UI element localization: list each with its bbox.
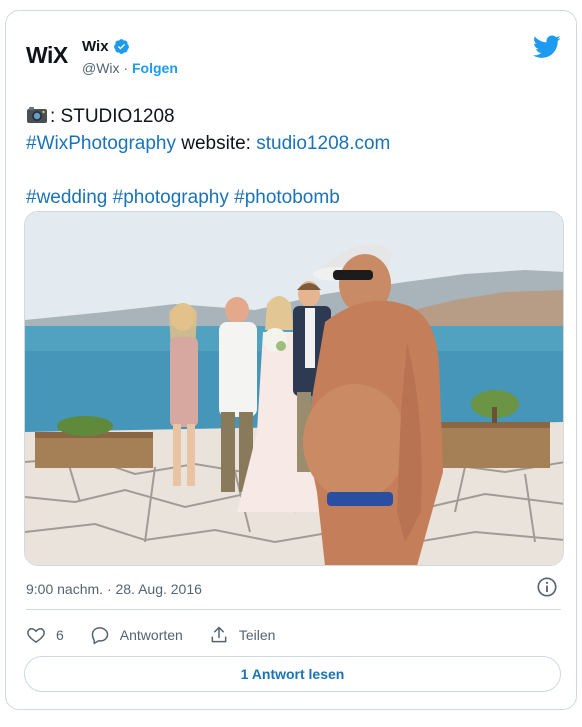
user-info: Wix @Wix · Folgen [82, 37, 178, 78]
info-icon[interactable] [536, 576, 558, 598]
user-name[interactable]: Wix [82, 38, 109, 55]
wedding-photobomb-image [25, 212, 563, 565]
hashtag-photobomb[interactable]: #photobomb [234, 187, 340, 208]
like-button[interactable]: 6 [26, 625, 64, 645]
camera-emoji-icon [27, 107, 47, 123]
user-handle[interactable]: @Wix [82, 60, 120, 76]
heart-icon [27, 627, 45, 643]
tweet-header: WiX Wix @Wix · Folgen [26, 31, 561, 81]
share-label: Teilen [238, 627, 276, 643]
tweet-line-1: : STUDIO1208 [26, 103, 561, 130]
wix-logo[interactable]: WiX [26, 37, 78, 73]
follow-button[interactable]: Folgen [132, 60, 178, 76]
photographer-credit: : STUDIO1208 [50, 106, 175, 127]
read-replies-button[interactable]: 1 Antwort lesen [24, 656, 561, 692]
tweet-photo[interactable] [24, 211, 564, 566]
verified-badge-icon [113, 38, 129, 54]
tweet-line-hashtags: #wedding #photography #photobomb [26, 184, 561, 211]
hashtag-wedding[interactable]: #wedding [26, 187, 107, 208]
hashtag-photography[interactable]: #photography [113, 187, 229, 208]
like-count: 6 [56, 627, 64, 643]
reply-label: Antworten [119, 627, 183, 643]
share-button[interactable]: Teilen [209, 625, 276, 645]
tweet-timestamp[interactable]: 9:00 nachm. · 28. Aug. 2016 [26, 581, 202, 597]
tweet-line-2: #WixPhotography website: studio1208.com [26, 130, 561, 157]
handle-separator: · [123, 60, 129, 76]
reply-button[interactable]: Antworten [90, 625, 183, 645]
share-icon [211, 626, 227, 643]
tweet-card: WiX Wix @Wix · Folgen: STUDIO1208 #WixP… [5, 10, 577, 710]
hashtag-wixphotography[interactable]: #WixPhotography [26, 133, 176, 154]
twitter-bird-icon[interactable] [533, 35, 561, 59]
tweet-text: : STUDIO1208 #WixPhotography website: st… [26, 103, 561, 211]
website-link[interactable]: studio1208.com [256, 133, 390, 154]
tweet-actions: 6 Antworten Teilen [26, 623, 301, 647]
reply-icon [91, 627, 109, 645]
divider [26, 609, 561, 610]
website-label: website: [175, 133, 257, 154]
